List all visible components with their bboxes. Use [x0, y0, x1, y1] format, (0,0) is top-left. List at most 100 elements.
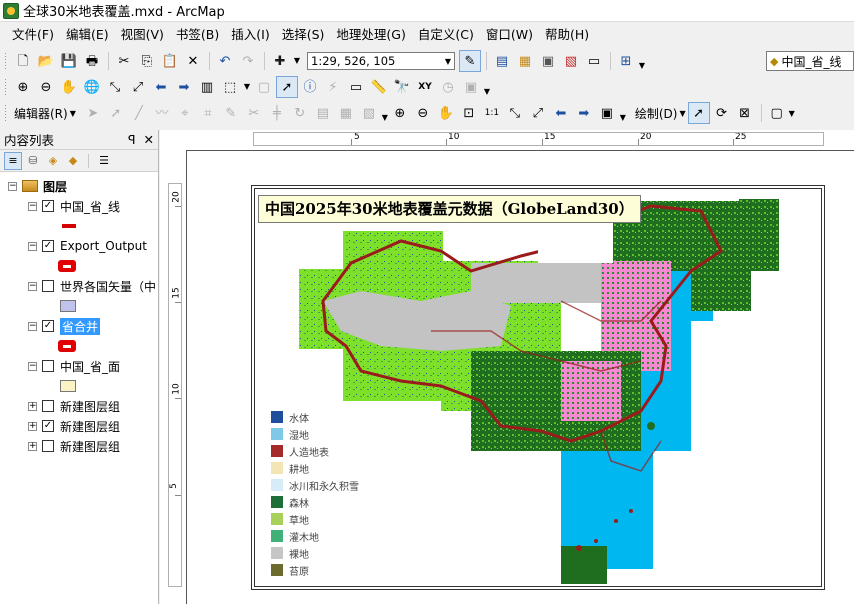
- layer-name[interactable]: 世界各国矢量（中: [60, 278, 156, 295]
- clear-selection-icon[interactable]: ▢: [253, 76, 275, 98]
- layer-row[interactable]: − 世界各国矢量（中: [0, 276, 158, 296]
- layer-extent-icon[interactable]: ▥: [196, 76, 218, 98]
- fixed-zoom-out-layout-icon[interactable]: ⤢: [527, 102, 549, 124]
- layer-name-selected[interactable]: 省合并: [60, 317, 101, 335]
- group-layer-row[interactable]: + 新建图层组: [0, 396, 158, 416]
- collapse-icon[interactable]: −: [28, 321, 37, 331]
- menu-help[interactable]: 帮助(H): [539, 25, 595, 45]
- zoom-in-icon[interactable]: ⊕: [12, 76, 34, 98]
- redo-icon[interactable]: ↷: [237, 50, 259, 72]
- menu-selection[interactable]: 选择(S): [276, 25, 331, 45]
- list-by-source-icon[interactable]: ⛁: [24, 152, 42, 170]
- hyperlink-icon[interactable]: ⚡: [322, 76, 344, 98]
- map-scale-select[interactable]: 1:29, 526, 105 ▼: [307, 52, 455, 70]
- go-forward-extent-icon[interactable]: ➡: [573, 102, 595, 124]
- select-elements-icon[interactable]: ➚: [276, 76, 298, 98]
- toolbar-overflow-icon[interactable]: ▼: [483, 78, 491, 96]
- delete-icon[interactable]: ✕: [182, 50, 204, 72]
- fixed-zoom-out-icon[interactable]: ⤢: [127, 76, 149, 98]
- toolbar-overflow-icon[interactable]: ▼: [381, 104, 389, 122]
- catalog-icon[interactable]: ▦: [514, 50, 536, 72]
- menu-edit[interactable]: 编辑(E): [60, 25, 115, 45]
- split-icon[interactable]: ╪: [266, 102, 288, 124]
- group-layer-row[interactable]: + 新建图层组: [0, 436, 158, 456]
- expand-icon[interactable]: +: [28, 401, 37, 411]
- layer-row[interactable]: − ✓ Export_Output: [0, 236, 158, 256]
- menu-geoprocessing[interactable]: 地理处理(G): [330, 25, 411, 45]
- rectangle-icon[interactable]: ▢: [766, 102, 788, 124]
- search-window-icon[interactable]: ▣: [537, 50, 559, 72]
- layer-visibility-checkbox[interactable]: ✓: [42, 320, 54, 332]
- viewer-window-icon[interactable]: ▣: [460, 76, 482, 98]
- layout-pan-icon[interactable]: ✋: [435, 102, 457, 124]
- options-icon[interactable]: ☰: [95, 152, 113, 170]
- layer-row[interactable]: − ✓ 省合并: [0, 316, 158, 336]
- menu-view[interactable]: 视图(V): [115, 25, 170, 45]
- map-legend[interactable]: 水体 湿地 人造地表 耕地 冰川和永久积雪 森林 草地 灌木地 裸地 苔原: [263, 404, 367, 580]
- layer-visibility-checkbox[interactable]: ✓: [42, 200, 54, 212]
- undo-icon[interactable]: ↶: [214, 50, 236, 72]
- chevron-down-icon[interactable]: ▼: [789, 109, 795, 118]
- edit-vertices-icon[interactable]: ⌗: [197, 102, 219, 124]
- full-extent-icon[interactable]: 🌐: [81, 76, 103, 98]
- layout-zoom-out-icon[interactable]: ⊖: [412, 102, 434, 124]
- zoom-whole-page-icon[interactable]: ⊡: [458, 102, 480, 124]
- collapse-icon[interactable]: −: [28, 241, 37, 251]
- layer-name[interactable]: 中国_省_线: [60, 198, 120, 215]
- layer-visibility-checkbox[interactable]: [42, 280, 54, 292]
- cut-icon[interactable]: ✂: [113, 50, 135, 72]
- menu-insert[interactable]: 插入(I): [225, 25, 275, 45]
- find-icon[interactable]: 🔭: [391, 76, 413, 98]
- model-builder-icon[interactable]: ⊞: [615, 50, 637, 72]
- layer-visibility-checkbox[interactable]: ✓: [42, 420, 54, 432]
- close-icon[interactable]: ✕: [144, 132, 154, 147]
- layer-name[interactable]: 中国_省_面: [60, 358, 120, 375]
- group-layer-name[interactable]: 新建图层组: [60, 418, 120, 435]
- select-features-icon[interactable]: ⬚: [219, 76, 241, 98]
- rotate-icon[interactable]: ↻: [289, 102, 311, 124]
- list-by-selection-icon[interactable]: ◆: [64, 152, 82, 170]
- group-layer-name[interactable]: 新建图层组: [60, 438, 120, 455]
- trace-icon[interactable]: 〰: [151, 102, 173, 124]
- layer-row[interactable]: − 中国_省_面: [0, 356, 158, 376]
- menu-windows[interactable]: 窗口(W): [480, 25, 539, 45]
- pan-hand-icon[interactable]: ✋: [58, 76, 80, 98]
- print-icon[interactable]: 🖶: [81, 50, 103, 72]
- toolbar-grip[interactable]: [4, 78, 8, 96]
- copy-icon[interactable]: ⎘: [136, 50, 158, 72]
- table-of-contents-icon[interactable]: ▤: [491, 50, 513, 72]
- layer-name[interactable]: Export_Output: [60, 239, 147, 253]
- menu-customize[interactable]: 自定义(C): [412, 25, 480, 45]
- go-back-extent-icon[interactable]: ⬅: [550, 102, 572, 124]
- editor-toolbar-icon[interactable]: ✎: [459, 50, 481, 72]
- cut-polygons-icon[interactable]: ✂: [243, 102, 265, 124]
- paste-icon[interactable]: 📋: [159, 50, 181, 72]
- map-title[interactable]: 中国2025年30米地表覆盖元数据（GlobeLand30）: [258, 195, 641, 223]
- go-forward-icon[interactable]: ➡: [173, 76, 195, 98]
- collapse-icon[interactable]: −: [28, 361, 37, 371]
- go-back-icon[interactable]: ⬅: [150, 76, 172, 98]
- layer-symbol[interactable]: [0, 216, 158, 236]
- fixed-zoom-in-icon[interactable]: ⤡: [104, 76, 126, 98]
- layer-visibility-checkbox[interactable]: ✓: [42, 240, 54, 252]
- zoom-control-icon[interactable]: ▣: [596, 102, 618, 124]
- toolbar-overflow-icon[interactable]: ▼: [638, 52, 646, 70]
- straight-segment-icon[interactable]: ╱: [128, 102, 150, 124]
- list-by-drawing-order-icon[interactable]: ≡: [4, 151, 22, 170]
- zoom-100-percent-icon[interactable]: 1:1: [481, 102, 503, 124]
- pin-icon[interactable]: ꟼ: [128, 132, 136, 147]
- chevron-down-icon[interactable]: ▼: [70, 109, 76, 118]
- identify-icon[interactable]: ⓘ: [299, 76, 321, 98]
- chevron-down-icon[interactable]: ▼: [292, 50, 302, 72]
- collapse-icon[interactable]: −: [28, 201, 37, 211]
- python-window-icon[interactable]: ▭: [583, 50, 605, 72]
- group-layer-name[interactable]: 新建图层组: [60, 398, 120, 415]
- open-folder-icon[interactable]: 📂: [35, 50, 57, 72]
- zoom-out-icon[interactable]: ⊖: [35, 76, 57, 98]
- rotate-element-icon[interactable]: ⟳: [711, 102, 733, 124]
- toolbar-overflow-icon[interactable]: ▼: [619, 104, 627, 122]
- layer-symbol[interactable]: [0, 256, 158, 276]
- go-to-xy-icon[interactable]: XY: [414, 76, 436, 98]
- layout-zoom-in-icon[interactable]: ⊕: [389, 102, 411, 124]
- layer-symbol[interactable]: [0, 376, 158, 396]
